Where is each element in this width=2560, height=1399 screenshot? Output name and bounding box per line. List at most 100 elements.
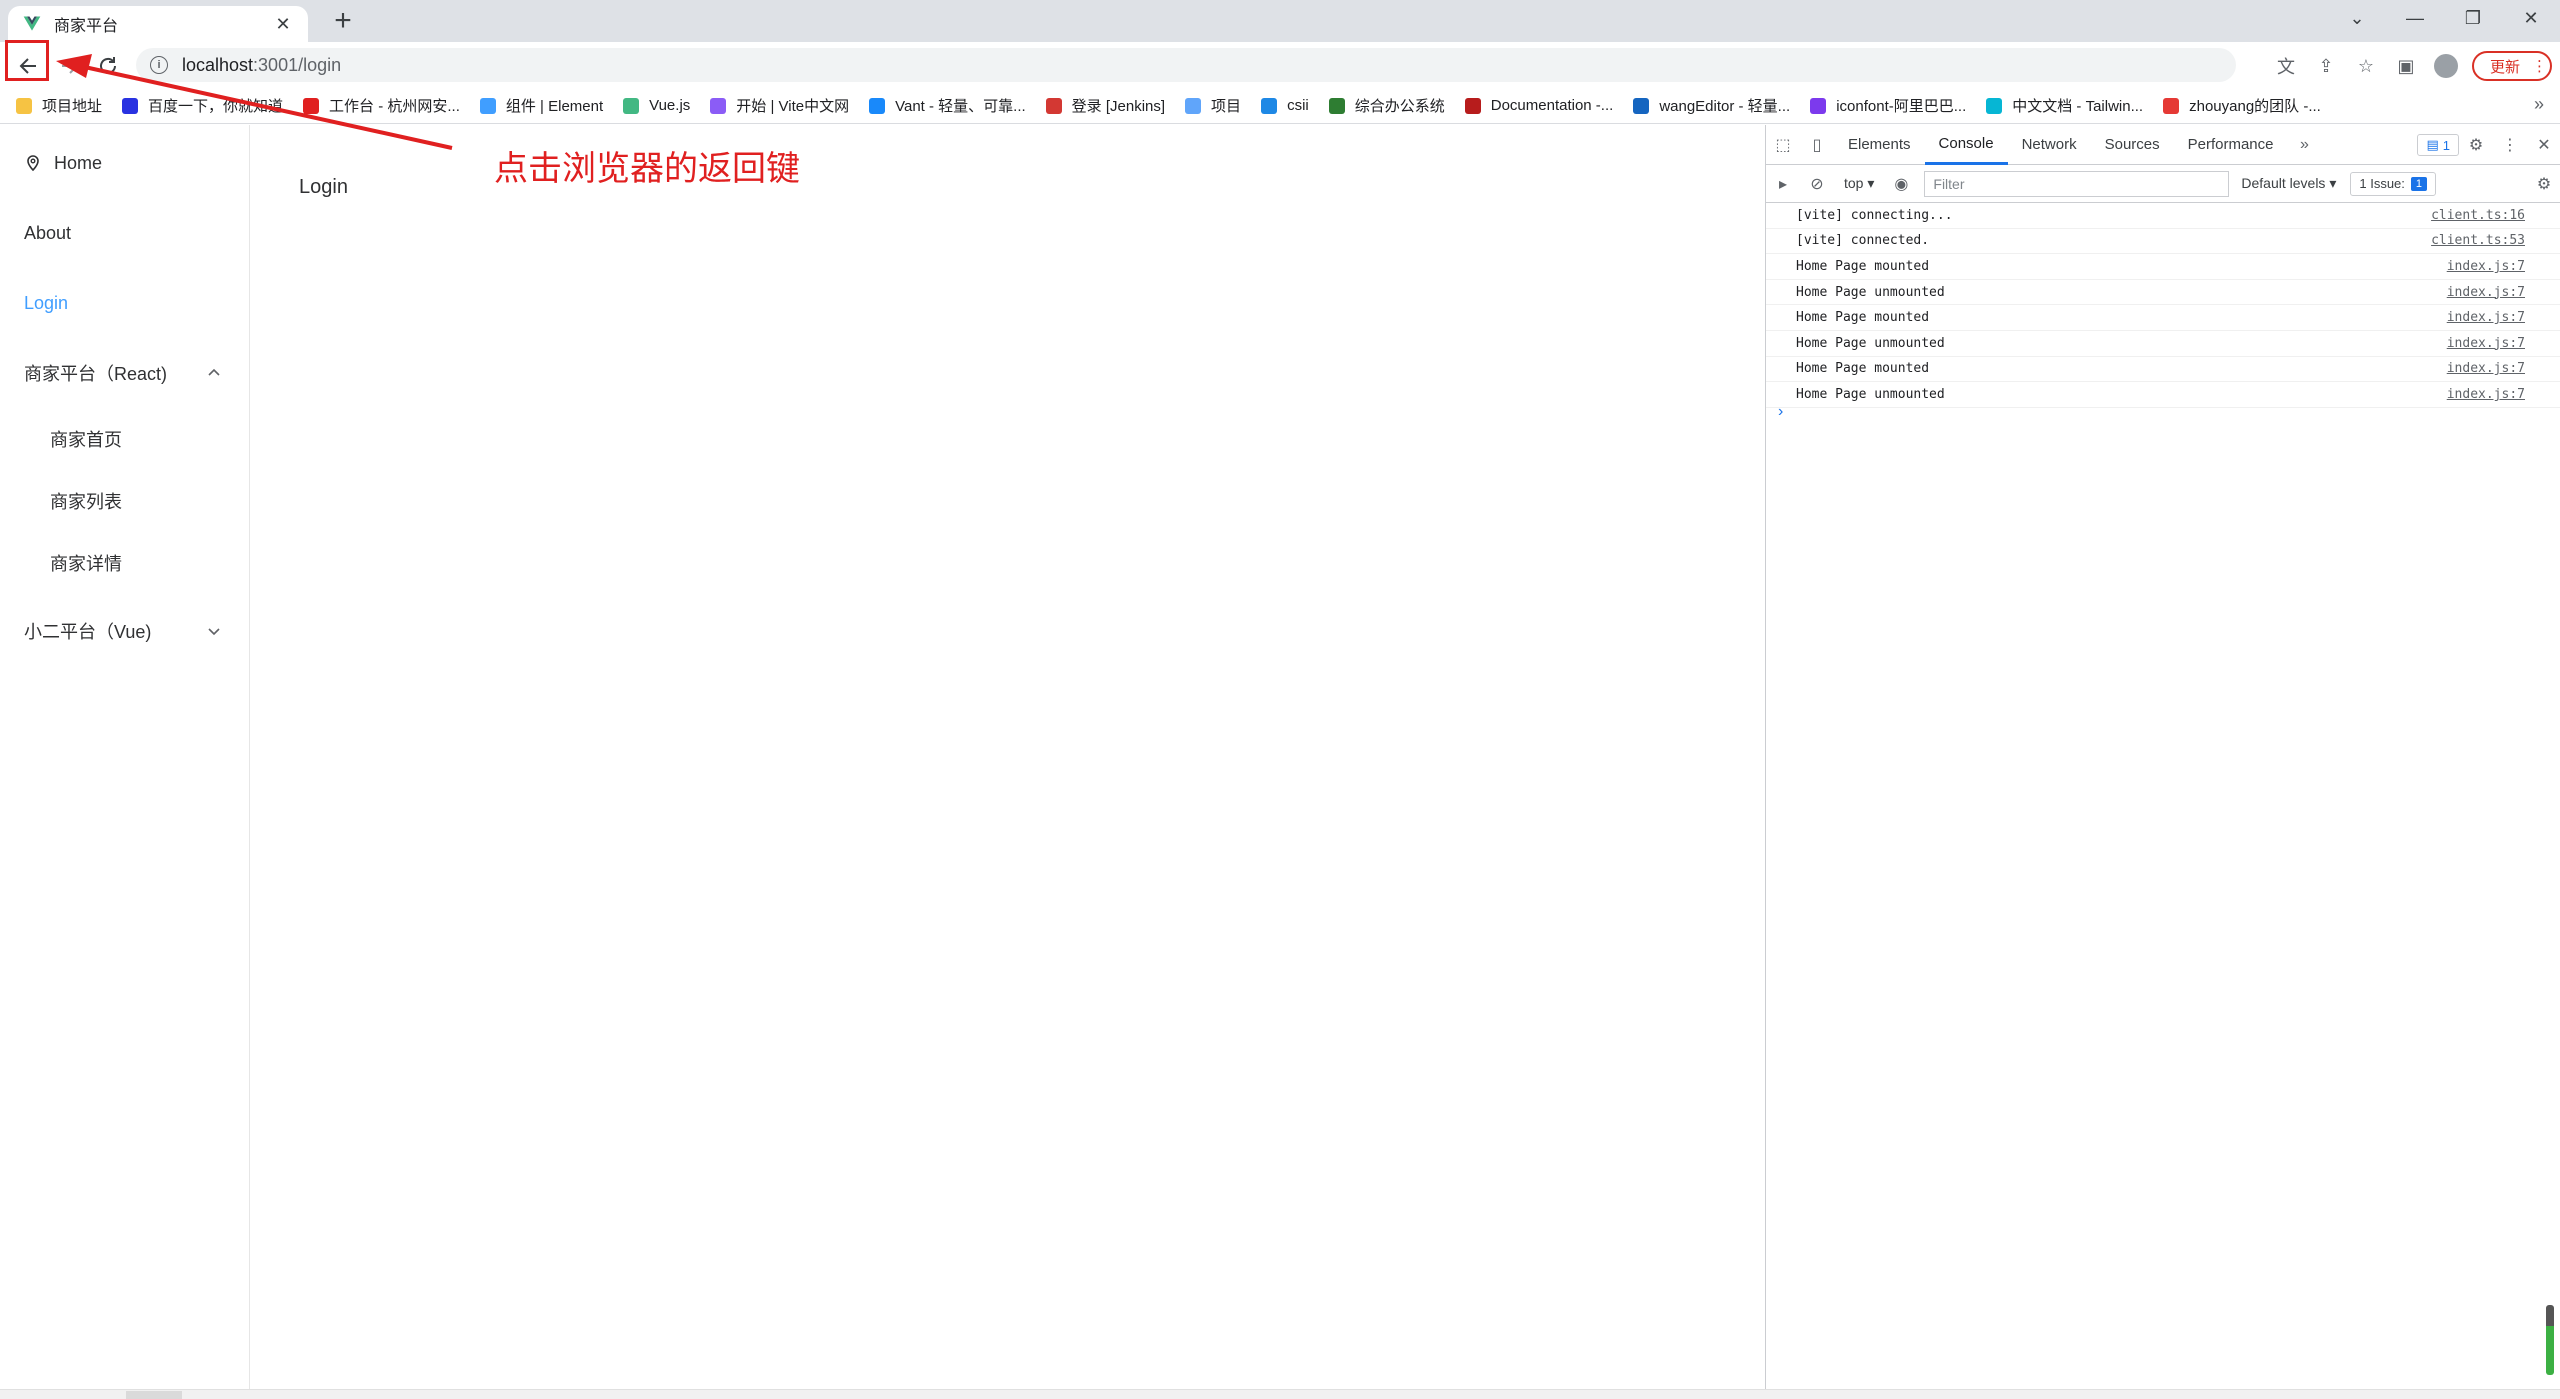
bookmark-item[interactable]: 综合办公系统	[1328, 95, 1445, 116]
devtools-tab-network[interactable]: Network	[2008, 125, 2091, 165]
console-settings-icon[interactable]: ⚙	[2527, 164, 2560, 204]
bookmark-item[interactable]: 工作台 - 杭州网安...	[303, 95, 460, 116]
log-source-link[interactable]: index.js:7	[2447, 387, 2525, 402]
bookmark-item[interactable]: csii	[1261, 97, 1309, 114]
minimize-button[interactable]: —	[2386, 0, 2444, 36]
bookmark-label: Documentation -...	[1490, 97, 1614, 114]
menu-item-about[interactable]: About	[0, 205, 249, 261]
restore-button[interactable]: ❐	[2444, 0, 2502, 36]
horizontal-scrollbar[interactable]	[0, 1389, 2560, 1399]
kebab-menu-icon: ⋮	[2532, 58, 2548, 75]
translate-icon[interactable]: 文	[2266, 48, 2306, 84]
bookmark-item[interactable]: 开始 | Vite中文网	[710, 95, 849, 116]
issues-button[interactable]: 1 Issue: 1	[2350, 171, 2437, 196]
menu-item-login[interactable]: Login	[0, 275, 249, 331]
more-tabs-icon[interactable]: »	[2288, 125, 2322, 165]
submenu-item-merchant-home[interactable]: 商家首页	[0, 411, 249, 467]
forward-button[interactable]	[52, 48, 88, 84]
bookmark-label: Vue.js	[649, 97, 691, 114]
live-expression-eye-icon[interactable]: ◉	[1884, 164, 1918, 204]
clear-console-icon[interactable]: ⊘	[1800, 164, 1834, 204]
bookmark-item[interactable]: zhouyang的团队 -...	[2163, 95, 2321, 116]
menu-item-label: About	[24, 222, 72, 243]
devtools-tab-performance[interactable]: Performance	[2174, 125, 2288, 165]
browser-tab[interactable]: 商家平台 ✕	[8, 6, 308, 42]
site-info-icon[interactable]: i	[150, 56, 168, 74]
devtools-menu-icon[interactable]: ⋮	[2493, 125, 2527, 165]
page-content-login: Login	[299, 176, 348, 198]
reload-button[interactable]	[90, 48, 126, 84]
bookmark-label: 百度一下，你就知道	[148, 98, 284, 115]
tab-search-icon[interactable]: ⌄	[2328, 0, 2386, 36]
bookmark-item[interactable]: 中文文档 - Tailwin...	[1986, 95, 2143, 116]
bookmark-star-icon[interactable]: ☆	[2346, 48, 2386, 84]
menu-item-home[interactable]: Home	[0, 135, 249, 191]
submenu-vue[interactable]: 小二平台（Vue)	[0, 603, 249, 659]
submenu-react[interactable]: 商家平台（React)	[0, 345, 249, 401]
log-message: Home Page mounted	[1796, 258, 1930, 274]
devtools-tab-elements[interactable]: Elements	[1834, 125, 1925, 165]
bookmark-item[interactable]: 登录 [Jenkins]	[1045, 95, 1165, 116]
bookmark-label: 综合办公系统	[1354, 98, 1445, 115]
update-button[interactable]: 更新 ⋮	[2472, 51, 2552, 81]
issues-count: 1	[2410, 176, 2428, 191]
tailwind-icon	[1986, 97, 2003, 114]
log-source-link[interactable]: index.js:7	[2447, 336, 2525, 351]
bookmarks-overflow-icon[interactable]: »	[2534, 94, 2544, 115]
bookmark-label: csii	[1287, 97, 1309, 114]
log-source-link[interactable]: index.js:7	[2447, 310, 2525, 325]
log-source-link[interactable]: index.js:7	[2447, 259, 2525, 274]
device-toolbar-icon[interactable]: ▯	[1800, 125, 1834, 165]
bookmark-item[interactable]: wangEditor - 轻量...	[1633, 95, 1790, 116]
browser-toolbar: i localhost:3001/login 文 ⇪ ☆ ▣ 更新 ⋮	[0, 42, 2560, 88]
log-source-link[interactable]: client.ts:16	[2431, 208, 2525, 223]
submenu-item-merchant-detail[interactable]: 商家详情	[0, 535, 249, 591]
messages-badge[interactable]: ▤ 1	[2417, 134, 2459, 156]
bookmark-item[interactable]: 项目	[1185, 95, 1241, 116]
issues-label: 1 Issue:	[2359, 176, 2405, 191]
log-levels-dropdown[interactable]: Default levels ▾	[2241, 175, 2336, 192]
iconfont-icon	[1810, 97, 1827, 114]
log-source-link[interactable]: index.js:7	[2447, 285, 2525, 300]
devtools-tab-sources[interactable]: Sources	[2091, 125, 2174, 165]
bookmark-item[interactable]: Vue.js	[623, 97, 690, 114]
context-selector[interactable]: top ▾	[1844, 175, 1874, 192]
back-button-highlight	[5, 40, 49, 81]
new-tab-button[interactable]: +	[326, 4, 360, 38]
devtools-tab-console[interactable]: Console	[1924, 125, 2008, 165]
console-log-row: [vite] connecting... client.ts:16	[1766, 203, 2560, 229]
log-message: [vite] connected.	[1796, 233, 1930, 249]
bookmark-item[interactable]: Vant - 轻量、可靠...	[869, 95, 1026, 116]
filter-placeholder: Filter	[1933, 175, 1965, 192]
bookmarks-bar: 项目地址 百度一下，你就知道 工作台 - 杭州网安... 组件 | Element Vu…	[0, 88, 2560, 124]
close-window-button[interactable]: ✕	[2502, 0, 2560, 36]
context-label: top	[1844, 175, 1864, 191]
inspect-element-icon[interactable]: ⬚	[1766, 125, 1800, 165]
bookmark-item[interactable]: 项目地址	[16, 95, 102, 116]
scrollbar-thumb[interactable]	[126, 1391, 182, 1399]
annotation-text: 点击浏览器的返回键	[494, 150, 800, 188]
settings-gear-icon[interactable]: ⚙	[2459, 125, 2493, 165]
log-source-link[interactable]: index.js:7	[2447, 361, 2525, 376]
log-source-link[interactable]: client.ts:53	[2431, 233, 2525, 248]
g-icon	[303, 97, 320, 114]
vite-icon	[710, 97, 727, 114]
close-devtools-icon[interactable]: ✕	[2527, 125, 2560, 165]
profile-button[interactable]	[2426, 48, 2466, 84]
console-prompt[interactable]: ›	[1778, 403, 1783, 421]
bookmark-item[interactable]: 百度一下，你就知道	[122, 95, 283, 116]
submenu-item-merchant-list[interactable]: 商家列表	[0, 473, 249, 529]
bookmark-item[interactable]: Documentation -...	[1464, 97, 1614, 114]
devtools-tab-list: Elements Console Network Sources Performance	[1834, 125, 2288, 165]
side-panel-icon[interactable]: ▣	[2386, 48, 2426, 84]
sidebar-toggle-icon[interactable]: ▸	[1766, 164, 1800, 204]
bookmark-item[interactable]: iconfont-阿里巴巴...	[1810, 95, 1966, 116]
share-icon[interactable]: ⇪	[2306, 48, 2346, 84]
tab-close-icon[interactable]: ✕	[272, 14, 294, 35]
address-bar[interactable]: i localhost:3001/login	[136, 48, 2236, 82]
bookmark-label: zhouyang的团队 -...	[2189, 98, 2321, 115]
chevron-down-icon	[208, 628, 220, 636]
console-filter-input[interactable]: Filter	[1924, 170, 2230, 197]
submenu-title: 商家平台（React)	[24, 364, 168, 384]
bookmark-item[interactable]: 组件 | Element	[479, 95, 603, 116]
